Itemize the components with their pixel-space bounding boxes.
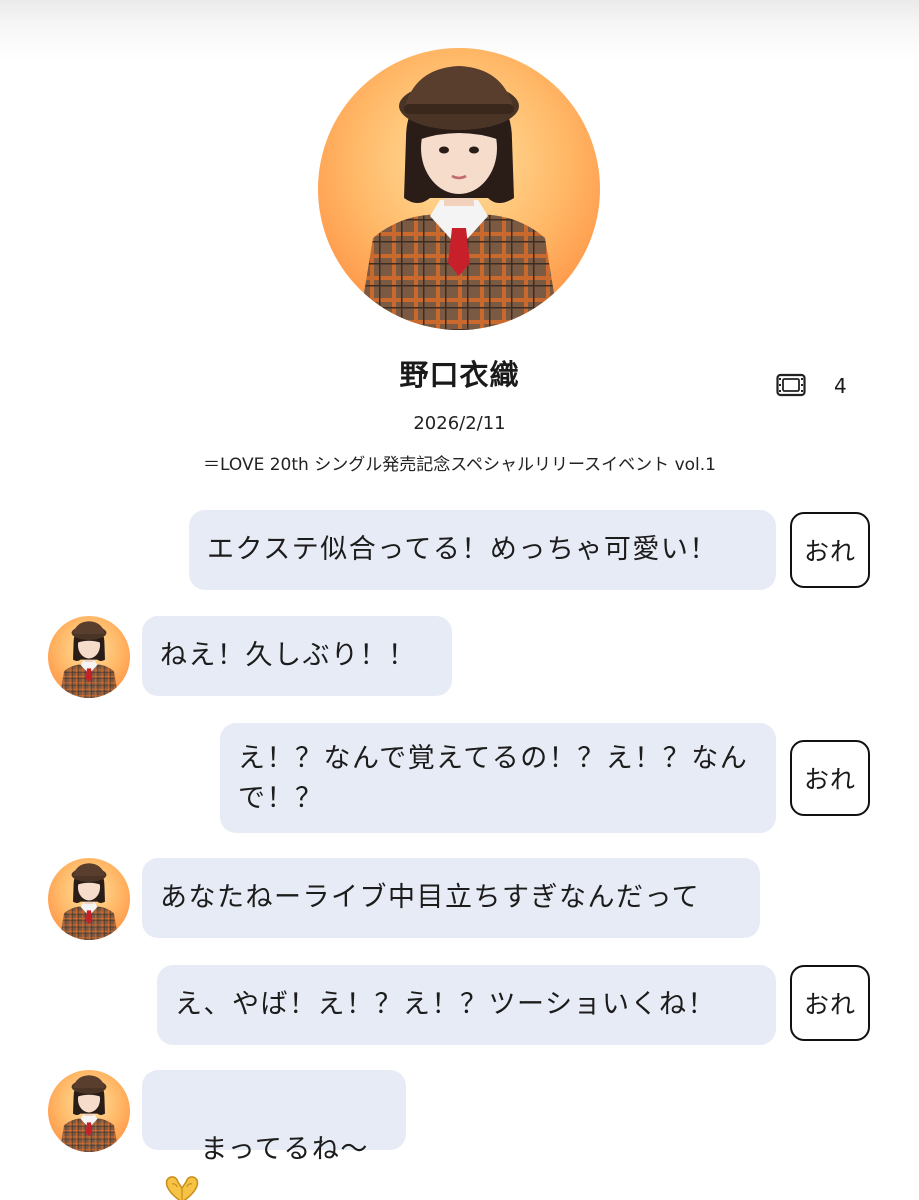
profile-avatar[interactable] bbox=[318, 48, 600, 330]
message-bubble-idol[interactable]: ねえ！久しぶり！！ bbox=[142, 616, 452, 696]
idol-avatar[interactable] bbox=[48, 1070, 130, 1152]
message-bubble-idol[interactable]: あなたねーライブ中目立ちすぎなんだって bbox=[142, 858, 760, 938]
ticket-indicator[interactable] bbox=[776, 372, 806, 398]
message-bubble-self[interactable]: え！？なんで覚えてるの！？え！？なんで！？ bbox=[220, 723, 776, 833]
idol-avatar[interactable] bbox=[48, 616, 130, 698]
ticket-count: 4 bbox=[834, 374, 847, 398]
chat-screen: 野口衣織 4 2026/2/11 ＝LOVE 20th シングル発売記念スペシャ… bbox=[0, 0, 919, 1200]
idol-avatar[interactable] bbox=[48, 858, 130, 940]
film-ticket-icon bbox=[776, 373, 806, 397]
sender-tag: おれ bbox=[790, 740, 870, 816]
event-date: 2026/2/11 bbox=[413, 413, 506, 434]
message-text: まってるね〜 bbox=[200, 1134, 369, 1165]
message-bubble-idol[interactable]: まってるね〜 bbox=[142, 1070, 406, 1200]
message-bubble-self[interactable]: え、やば！え！？え！？ツーショいくね！ bbox=[157, 965, 776, 1045]
sender-tag: おれ bbox=[790, 512, 870, 588]
sender-tag: おれ bbox=[790, 965, 870, 1041]
event-title: ＝LOVE 20th シングル発売記念スペシャルリリースイベント vol.1 bbox=[203, 455, 716, 475]
message-bubble-self[interactable]: エクステ似合ってる！めっちゃ可愛い！ bbox=[189, 510, 776, 590]
heart-hands-emoji bbox=[165, 1176, 199, 1200]
